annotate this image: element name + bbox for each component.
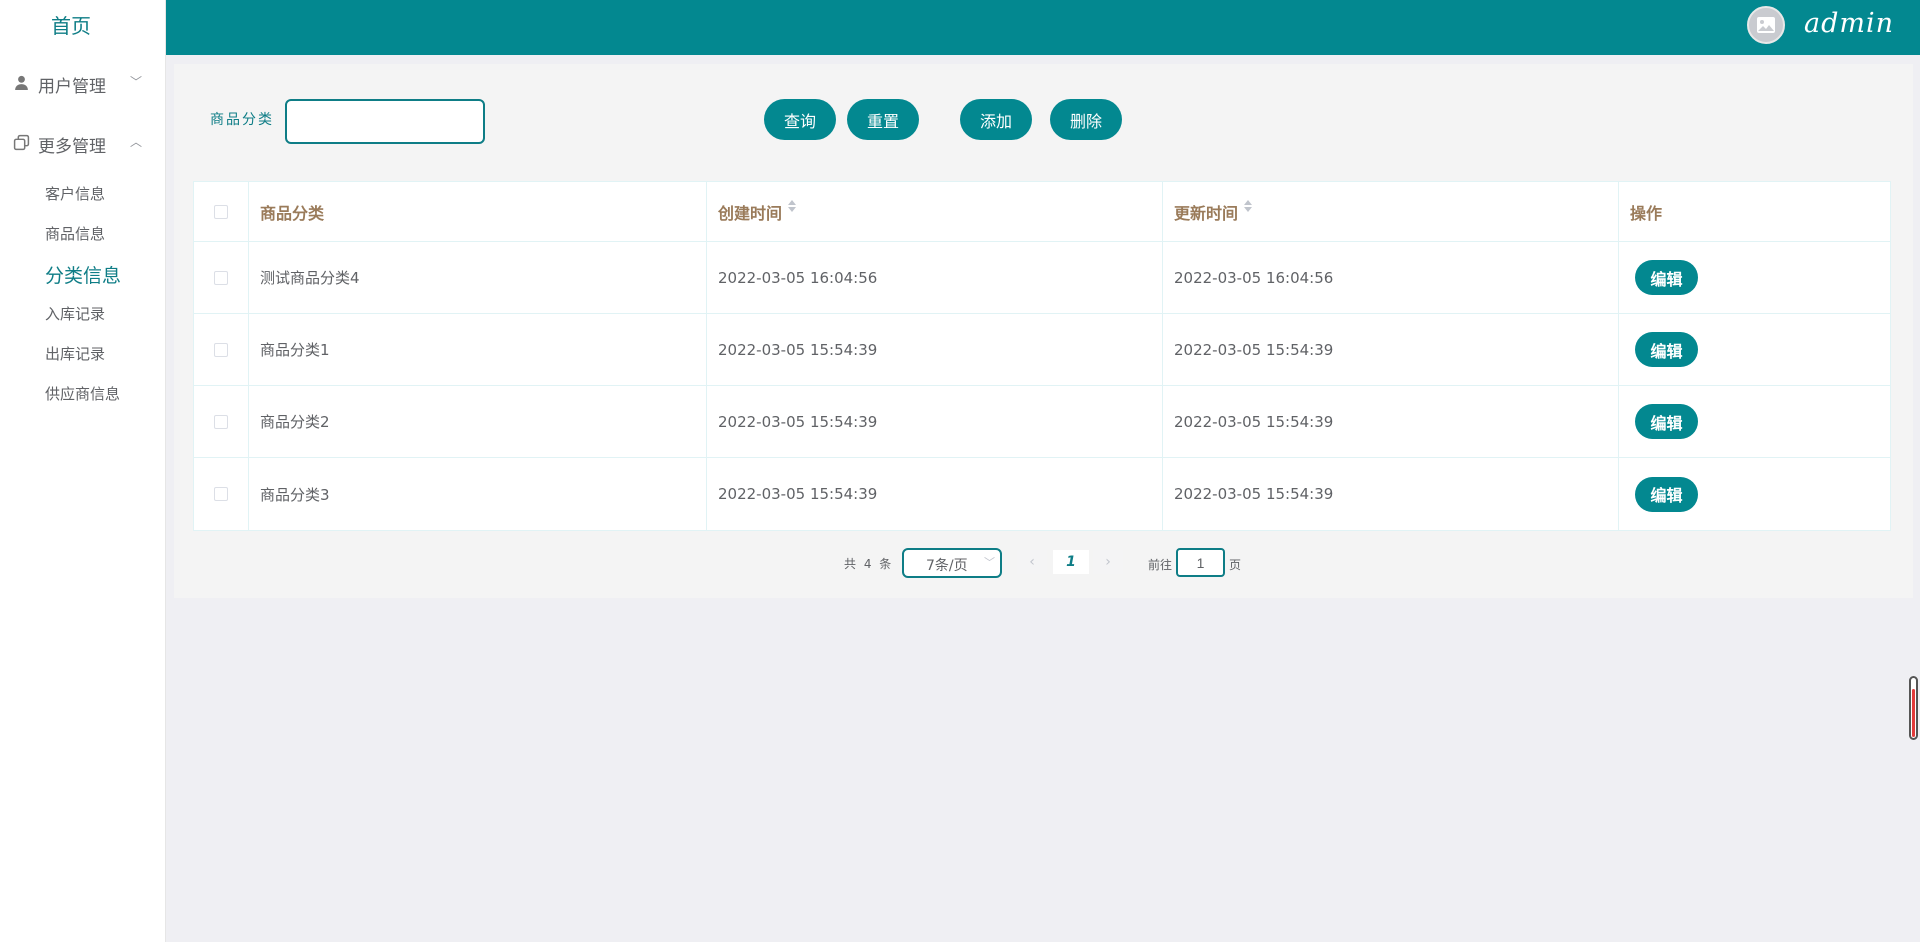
sidebar-group-user-management[interactable]: 用户管理 ﹀ <box>0 63 166 103</box>
sidebar-group-label: 更多管理 <box>38 137 106 157</box>
select-all-cell <box>194 182 249 241</box>
sidebar: 首页 用户管理 ﹀ 更多管理 ︿ 客户信息 商品信息 分类信息 入库记录 出库记… <box>0 0 166 942</box>
sidebar-group-more-management[interactable]: 更多管理 ︿ <box>0 123 166 163</box>
table-row: 测试商品分类4 2022-03-05 16:04:56 2022-03-05 1… <box>194 242 1890 314</box>
category-table: 商品分类 创建时间 更新时间 操作 测试商品分类4 2022-03-05 16:… <box>193 181 1891 531</box>
row-select-cell <box>194 242 249 313</box>
category-name-cell: 测试商品分类4 <box>249 242 707 313</box>
username-label[interactable]: admin <box>1804 8 1894 39</box>
sidebar-item-category-info[interactable]: 分类信息 <box>45 261 121 288</box>
column-header-updated[interactable]: 更新时间 <box>1163 182 1619 241</box>
row-select-cell <box>194 386 249 457</box>
goto-prefix: 前往 <box>1148 558 1173 572</box>
category-name-cell: 商品分类1 <box>249 314 707 385</box>
chevron-right-icon: › <box>1105 554 1111 570</box>
table-row: 商品分类2 2022-03-05 15:54:39 2022-03-05 15:… <box>194 386 1890 458</box>
prev-page-button[interactable]: ‹ <box>1017 550 1047 574</box>
sidebar-item-supplier-info[interactable]: 供应商信息 <box>45 383 120 404</box>
edit-button[interactable]: 编辑 <box>1635 260 1698 295</box>
actions-cell: 编辑 <box>1619 386 1892 457</box>
chevron-down-icon: ﹀ <box>130 75 143 89</box>
column-header-actions: 操作 <box>1630 203 1663 223</box>
updated-time-cell: 2022-03-05 15:54:39 <box>1163 458 1619 530</box>
edit-button[interactable]: 编辑 <box>1635 332 1698 367</box>
scroll-indicator[interactable] <box>1909 676 1918 740</box>
column-header-category: 商品分类 <box>249 182 707 241</box>
table-header-row: 商品分类 创建时间 更新时间 操作 <box>194 182 1890 242</box>
goto-suffix: 页 <box>1229 558 1242 572</box>
column-header-label: 更新时间 <box>1174 204 1239 223</box>
image-placeholder-icon <box>1757 17 1775 33</box>
row-checkbox[interactable] <box>214 270 228 285</box>
table-row: 商品分类3 2022-03-05 15:54:39 2022-03-05 15:… <box>194 458 1890 530</box>
edit-button[interactable]: 编辑 <box>1635 476 1698 512</box>
page-size-select[interactable]: 7条/页 ﹀ <box>902 548 1002 578</box>
copy-icon <box>13 134 30 151</box>
select-all-checkbox[interactable] <box>214 204 228 219</box>
sidebar-item-outbound-records[interactable]: 出库记录 <box>45 343 105 364</box>
add-button[interactable]: 添加 <box>960 99 1032 140</box>
edit-button[interactable]: 编辑 <box>1635 404 1698 439</box>
created-time-cell: 2022-03-05 16:04:56 <box>707 242 1163 313</box>
sidebar-item-customer-info[interactable]: 客户信息 <box>45 183 105 204</box>
pager-total: 共 4 条 <box>844 557 894 571</box>
row-select-cell <box>194 458 249 530</box>
sidebar-group-label: 用户管理 <box>38 77 106 97</box>
sidebar-home-link[interactable]: 首页 <box>0 10 142 39</box>
created-time-cell: 2022-03-05 15:54:39 <box>707 458 1163 530</box>
sidebar-item-product-info[interactable]: 商品信息 <box>45 223 105 244</box>
next-page-button[interactable]: › <box>1093 550 1123 574</box>
row-checkbox[interactable] <box>214 342 228 357</box>
user-icon <box>15 75 28 90</box>
query-button[interactable]: 查询 <box>764 99 836 140</box>
category-name-cell: 商品分类3 <box>249 458 707 530</box>
table-row: 商品分类1 2022-03-05 15:54:39 2022-03-05 15:… <box>194 314 1890 386</box>
avatar[interactable] <box>1747 6 1785 44</box>
sidebar-item-inbound-records[interactable]: 入库记录 <box>45 303 105 324</box>
reset-button[interactable]: 重置 <box>847 99 919 140</box>
actions-cell: 编辑 <box>1619 242 1892 313</box>
chevron-down-icon: ﹀ <box>984 556 995 569</box>
updated-time-cell: 2022-03-05 15:54:39 <box>1163 314 1619 385</box>
updated-time-cell: 2022-03-05 16:04:56 <box>1163 242 1619 313</box>
delete-button[interactable]: 删除 <box>1050 99 1122 140</box>
column-header-created[interactable]: 创建时间 <box>707 182 1163 241</box>
current-page-number[interactable]: 1 <box>1053 550 1089 574</box>
column-header-label: 创建时间 <box>718 204 783 223</box>
top-bar <box>166 0 1920 55</box>
actions-cell: 编辑 <box>1619 314 1892 385</box>
category-name-cell: 商品分类2 <box>249 386 707 457</box>
actions-cell: 编辑 <box>1619 458 1892 530</box>
row-select-cell <box>194 314 249 385</box>
created-time-cell: 2022-03-05 15:54:39 <box>707 386 1163 457</box>
sort-icon[interactable] <box>1244 200 1253 212</box>
updated-time-cell: 2022-03-05 15:54:39 <box>1163 386 1619 457</box>
chevron-left-icon: ‹ <box>1029 554 1035 570</box>
chevron-up-icon: ︿ <box>130 135 143 149</box>
goto-page-input[interactable] <box>1176 548 1225 577</box>
row-checkbox[interactable] <box>214 414 228 429</box>
category-search-input[interactable] <box>285 99 485 144</box>
scroll-indicator-fill <box>1912 689 1915 737</box>
row-checkbox[interactable] <box>214 487 228 501</box>
page-size-value: 7条/页 <box>926 558 968 574</box>
sort-icon[interactable] <box>788 200 797 212</box>
search-label: 商品分类 <box>210 112 274 128</box>
created-time-cell: 2022-03-05 15:54:39 <box>707 314 1163 385</box>
